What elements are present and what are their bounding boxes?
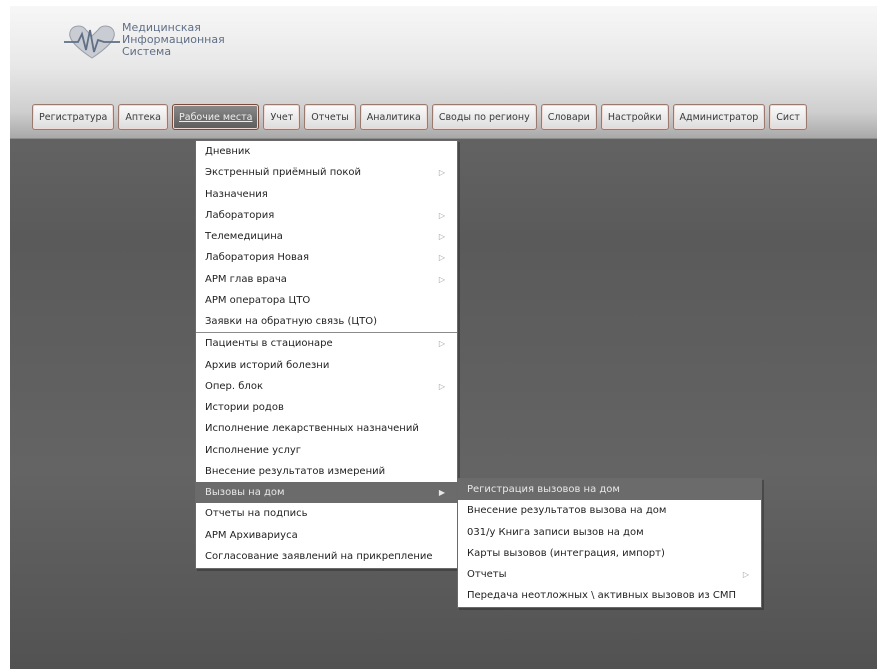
chevron-right-icon: ▶ <box>438 488 445 497</box>
menu-item-label: Заявки на обратную связь (ЦТО) <box>205 316 377 327</box>
menu-item-otchety-na-podpis[interactable]: Отчеты на подпись <box>196 503 457 524</box>
menu-item-label: Исполнение лекарственных назначений <box>205 423 419 435</box>
menu-item-label: Архив историй болезни <box>205 359 330 371</box>
menu-item-label: Исполнение услуг <box>205 444 302 456</box>
menu-item-laboratoriya-novaya[interactable]: Лаборатория Новая ▷ <box>196 247 457 268</box>
menu-item-label: Вызовы на дом <box>205 487 285 498</box>
submenu-item-label: 031/у Книга записи вызов на дом <box>467 526 644 538</box>
menu-item-ekstrennyy-priemnyy-pokoy[interactable]: Экстренный приёмный покой ▷ <box>196 162 457 183</box>
app-title-line: Система <box>122 45 172 58</box>
chevron-right-icon: ▷ <box>438 339 445 349</box>
submenu-item-label: Регистрация вызовов на дом <box>467 484 620 495</box>
menu-item-pacienty-v-stacionare[interactable]: Пациенты в стационаре ▷ <box>196 332 457 354</box>
app-header: Медицинская Информационная Система Регис… <box>10 6 877 139</box>
menu-item-laboratoriya[interactable]: Лаборатория ▷ <box>196 205 457 226</box>
menu-item-istorii-rodov[interactable]: Истории родов <box>196 397 457 418</box>
nav-registratura[interactable]: Регистратура <box>32 104 115 130</box>
menu-item-label: АРМ оператора ЦТО <box>205 294 311 306</box>
menu-item-arm-glav-vracha[interactable]: АРМ глав врача ▷ <box>196 269 457 290</box>
chevron-right-icon: ▷ <box>438 232 445 241</box>
nav-administrator[interactable]: Администратор <box>672 104 766 130</box>
menu-item-vyzovy-na-dom[interactable]: Вызовы на дом ▶ <box>196 482 457 504</box>
nav-apteka[interactable]: Аптека <box>118 104 169 130</box>
submenu-item-peredacha-vyzovov-smp[interactable]: Передача неотложных \ активных вызовов и… <box>458 585 761 606</box>
nav-analitika[interactable]: Аналитика <box>359 104 428 130</box>
menu-item-dnevnik[interactable]: Дневник <box>196 141 457 162</box>
menu-item-zayavki-obratnaya-svyaz[interactable]: Заявки на обратную связь (ЦТО) <box>196 311 457 332</box>
menu-item-label: Согласование заявлений на прикрепление <box>205 550 433 562</box>
workplaces-dropdown-menu: Дневник Экстренный приёмный покой ▷ Назна… <box>195 140 458 569</box>
menu-item-label: АРМ Архивариуса <box>205 529 298 541</box>
nav-nastroyki[interactable]: Настройки <box>600 104 669 130</box>
nav-svody-po-regionu[interactable]: Своды по региону <box>431 104 537 130</box>
nav-sistema[interactable]: Сист <box>769 104 807 130</box>
menu-item-label: АРМ глав врача <box>205 273 287 285</box>
menu-item-label: Дневник <box>205 146 251 157</box>
app-title: Медицинская Информационная Система <box>122 22 225 58</box>
nav-otchety[interactable]: Отчеты <box>304 104 356 130</box>
menu-item-arm-arhivariusa[interactable]: АРМ Архивариуса <box>196 525 457 546</box>
menu-item-label: Назначения <box>205 188 268 200</box>
submenu-item-registraciya-vyzovov[interactable]: Регистрация вызовов на дом <box>458 479 761 501</box>
menu-item-label: Отчеты на подпись <box>205 508 308 520</box>
submenu-item-vnesenie-rezultatov-vyzova[interactable]: Внесение результатов вызова на дом <box>458 500 761 521</box>
menu-item-naznacheniya[interactable]: Назначения <box>196 184 457 205</box>
menu-item-label: Экстренный приёмный покой <box>205 167 362 179</box>
menu-item-label: Лаборатория Новая <box>205 252 310 264</box>
chevron-right-icon: ▷ <box>438 274 445 284</box>
chevron-right-icon: ▷ <box>438 381 445 391</box>
heart-pulse-icon <box>64 25 120 59</box>
nav-uchet[interactable]: Учет <box>263 104 301 130</box>
menu-item-telemedicina[interactable]: Телемедицина ▷ <box>196 226 457 247</box>
home-visits-submenu: Регистрация вызовов на дом Внесение резу… <box>457 478 762 608</box>
menu-item-arhiv-istoriy-bolezni[interactable]: Архив историй болезни <box>196 355 457 376</box>
menu-item-arm-operatora-cto[interactable]: АРМ оператора ЦТО <box>196 290 457 311</box>
menu-item-ispolnenie-lekarstvennyh-naznacheniy[interactable]: Исполнение лекарственных назначений <box>196 418 457 439</box>
nav-rabochie-mesta[interactable]: Рабочие места <box>172 104 260 130</box>
menu-item-vnesenie-rezultatov-izmereniy[interactable]: Внесение результатов измерений <box>196 461 457 482</box>
chevron-right-icon: ▷ <box>438 210 445 220</box>
submenu-item-label: Внесение результатов вызова на дом <box>467 505 667 517</box>
submenu-item-label: Передача неотложных \ активных вызовов и… <box>467 590 737 602</box>
main-nav: Регистратура Аптека Рабочие места Учет О… <box>32 104 807 130</box>
menu-item-label: Лаборатория <box>205 209 275 221</box>
submenu-item-kniga-zapisi-vyzov[interactable]: 031/у Книга записи вызов на дом <box>458 522 761 543</box>
menu-item-oper-blok[interactable]: Опер. блок ▷ <box>196 376 457 397</box>
chevron-right-icon: ▷ <box>742 570 749 579</box>
submenu-item-label: Карты вызовов (интеграция, импорт) <box>467 547 665 559</box>
menu-item-label: Пациенты в стационаре <box>205 338 333 350</box>
menu-item-label: Истории родов <box>205 402 284 413</box>
submenu-item-otchety[interactable]: Отчеты ▷ <box>458 564 761 585</box>
menu-item-label: Внесение результатов измерений <box>205 465 386 477</box>
menu-item-soglasovanie-zayavleniy[interactable]: Согласование заявлений на прикрепление <box>196 546 457 567</box>
menu-item-label: Опер. блок <box>205 380 263 392</box>
submenu-item-label: Отчеты <box>467 569 507 580</box>
menu-item-label: Телемедицина <box>205 231 283 242</box>
app-screen: Медицинская Информационная Система Регис… <box>10 6 877 669</box>
nav-slovari[interactable]: Словари <box>540 104 597 130</box>
submenu-item-karty-vyzovov[interactable]: Карты вызовов (интеграция, импорт) <box>458 543 761 564</box>
chevron-right-icon: ▷ <box>438 253 445 263</box>
menu-item-ispolnenie-uslug[interactable]: Исполнение услуг <box>196 440 457 461</box>
chevron-right-icon: ▷ <box>438 168 445 178</box>
